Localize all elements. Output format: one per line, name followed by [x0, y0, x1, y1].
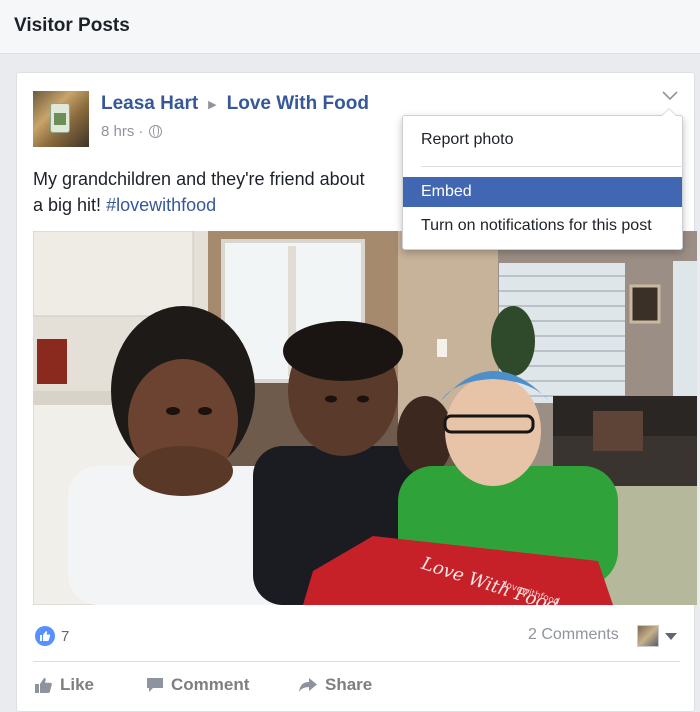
post-text-line2: a big hit! — [33, 195, 102, 215]
menu-separator — [421, 166, 683, 167]
post-meta: 8 hrs · — [101, 123, 163, 140]
photo-illustration: Love With Food lovewithfood — [33, 231, 697, 605]
reactions-summary[interactable]: 7 — [35, 626, 69, 646]
post-options-chevron-icon[interactable] — [662, 91, 678, 107]
like-button[interactable]: Like — [35, 675, 94, 695]
arrow-right-icon: ▶ — [208, 98, 217, 111]
thumbs-up-icon — [35, 677, 53, 693]
page-title: Visitor Posts — [14, 15, 130, 36]
jar-label-graphic — [54, 113, 66, 125]
like-badge-icon — [35, 626, 55, 646]
post-text-line1: My grandchildren and they're friend abou… — [33, 169, 365, 189]
post-header: Leasa Hart ▶ Love With Food — [101, 93, 369, 115]
divider — [33, 661, 680, 662]
comment-button-label: Comment — [171, 675, 250, 694]
target-page-link[interactable]: Love With Food — [227, 93, 369, 115]
action-bar: Like Comment Share — [33, 673, 680, 697]
menu-item-turn-on-notifications[interactable]: Turn on notifications for this post — [403, 211, 682, 241]
post-text: My grandchildren and they're friend abou… — [33, 166, 413, 218]
menu-item-report-photo[interactable]: Report photo — [403, 125, 682, 155]
meta-separator: · — [138, 123, 144, 140]
share-button-label: Share — [325, 675, 373, 694]
menu-pointer-inner — [662, 109, 676, 116]
post-photo[interactable]: Love With Food lovewithfood — [33, 231, 697, 605]
post-time-link[interactable]: 8 hrs — [101, 123, 134, 140]
menu-item-embed[interactable]: Embed — [403, 177, 682, 207]
caret-down-icon[interactable] — [665, 633, 677, 640]
comments-count-link[interactable]: 2 Comments — [528, 626, 619, 644]
like-count: 7 — [61, 627, 70, 645]
comment-bubble-icon — [146, 677, 164, 693]
commenter-avatar[interactable] — [637, 625, 659, 647]
globe-icon[interactable] — [149, 125, 163, 138]
page-header: Visitor Posts — [0, 0, 700, 54]
comment-button[interactable]: Comment — [146, 675, 249, 695]
hashtag-link[interactable]: #lovewithfood — [106, 195, 216, 215]
like-button-label: Like — [60, 675, 95, 694]
share-arrow-icon — [298, 677, 318, 693]
share-button[interactable]: Share — [298, 675, 372, 695]
author-avatar[interactable] — [33, 91, 89, 147]
post-options-menu: Report photo Embed Turn on notifications… — [402, 108, 683, 250]
author-name-link[interactable]: Leasa Hart — [101, 93, 198, 115]
